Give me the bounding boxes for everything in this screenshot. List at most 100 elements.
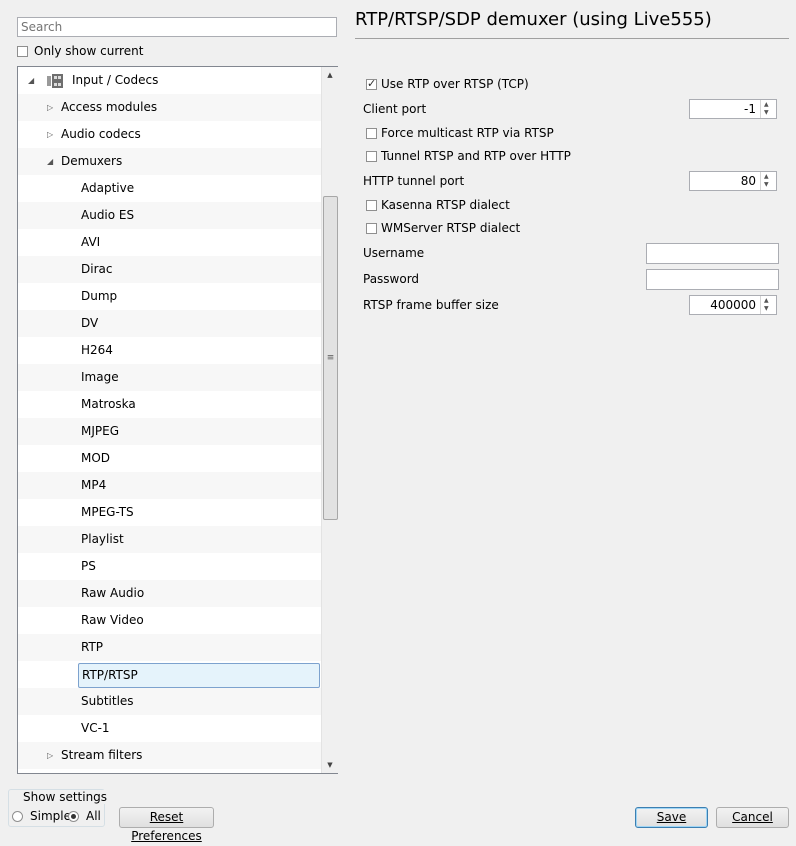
spin-down-icon[interactable]: ▼	[764, 305, 769, 312]
kasenna-checkbox[interactable]	[366, 200, 377, 211]
expanded-arrow-icon[interactable]: ◢	[47, 148, 53, 175]
force-multicast-label: Force multicast RTP via RTSP	[381, 126, 554, 140]
password-label: Password	[363, 272, 420, 286]
panel-title-divider	[355, 38, 789, 39]
tree-root-input-codecs[interactable]: ◢ Input / Codecs	[18, 67, 323, 94]
username-label: Username	[363, 246, 425, 260]
client-port-spinbox[interactable]: -1 ▲ ▼	[689, 99, 777, 119]
tree-item[interactable]: Matroska	[18, 391, 323, 418]
tree-item[interactable]: H264	[18, 337, 323, 364]
tree-item-label: Stream filters	[61, 748, 143, 762]
all-radio-label: All	[86, 809, 101, 823]
tree-item-label: Raw Audio	[81, 586, 145, 600]
wmserver-checkbox[interactable]	[366, 223, 377, 234]
reset-preferences-button[interactable]: Reset Preferences	[119, 807, 214, 843]
spin-down-icon[interactable]: ▼	[764, 181, 769, 188]
tree-item[interactable]: Image	[18, 364, 323, 391]
expanded-arrow-icon[interactable]: ◢	[28, 67, 34, 94]
tree-item[interactable]: ▷ Access modules	[18, 94, 323, 121]
use-rtp-over-rtsp-checkbox[interactable]	[366, 77, 377, 90]
http-tunnel-port-label: HTTP tunnel port	[363, 174, 465, 188]
tree-item[interactable]: MPEG-TS	[18, 499, 323, 526]
tree-item[interactable]: DV	[18, 310, 323, 337]
tree-item-label: Dirac	[81, 262, 113, 276]
tree-item-label: AVI	[81, 235, 101, 249]
show-settings-legend: Show settings	[22, 790, 109, 804]
frame-buffer-label: RTSP frame buffer size	[363, 298, 499, 312]
tree-item[interactable]: VC-1	[18, 715, 323, 742]
spin-up-icon[interactable]: ▲	[764, 297, 769, 304]
tree-item[interactable]: ▷ Audio codecs	[18, 121, 323, 148]
username-input[interactable]	[646, 243, 779, 264]
collapsed-arrow-icon[interactable]: ▷	[47, 121, 53, 148]
codec-icon	[46, 72, 64, 88]
panel-title: RTP/RTSP/SDP demuxer (using Live555)	[355, 9, 712, 30]
tree-item-label: MP4	[81, 478, 107, 492]
password-input[interactable]	[646, 269, 779, 290]
tree-item[interactable]: RTP/RTSP	[18, 661, 323, 688]
spin-up-icon[interactable]: ▲	[764, 173, 769, 180]
tunnel-rtsp-checkbox[interactable]	[366, 151, 377, 162]
tree-item-label: Audio ES	[81, 208, 135, 222]
spin-up-icon[interactable]: ▲	[764, 101, 769, 108]
tree-item[interactable]: Subtitles	[18, 688, 323, 715]
tree-item-label: Access modules	[61, 100, 158, 114]
tree-item[interactable]: Adaptive	[18, 175, 323, 202]
tree-item-label: Matroska	[81, 397, 136, 411]
tree-item[interactable]: Audio ES	[18, 202, 323, 229]
tree-item-label: Audio codecs	[61, 127, 141, 141]
save-button[interactable]: Save	[635, 807, 708, 828]
cancel-button[interactable]: Cancel	[716, 807, 789, 828]
tree-item[interactable]: ◢ Demuxers	[18, 148, 323, 175]
tree-item[interactable]: RTP	[18, 634, 323, 661]
only-show-current-checkbox[interactable]	[17, 46, 28, 57]
tree-item-label: MPEG-TS	[81, 505, 134, 519]
tree-item[interactable]: ▷ Stream filters	[18, 742, 323, 769]
tree-item[interactable]: MP4	[18, 472, 323, 499]
tree-item-label: RTP	[81, 640, 104, 654]
tunnel-rtsp-label: Tunnel RTSP and RTP over HTTP	[381, 149, 571, 163]
tree-item-label: Input / Codecs	[72, 73, 159, 87]
tree-item-label: Demuxers	[61, 154, 123, 168]
http-tunnel-port-spinbox[interactable]: 80 ▲ ▼	[689, 171, 777, 191]
tree-item[interactable]: MJPEG	[18, 418, 323, 445]
tree-item-label: VC-1	[81, 721, 110, 735]
kasenna-label: Kasenna RTSP dialect	[381, 198, 510, 212]
tree-item[interactable]: Raw Video	[18, 607, 323, 634]
scroll-thumb[interactable]: ≡	[323, 196, 338, 520]
tree-item[interactable]: MOD	[18, 445, 323, 472]
tree-scrollbar[interactable]: ▲ ≡ ▼	[321, 67, 338, 773]
tree-item-label: MJPEG	[81, 424, 120, 438]
tree-item[interactable]: Dump	[18, 283, 323, 310]
tree-item[interactable]: AVI	[18, 229, 323, 256]
search-input[interactable]	[17, 17, 337, 37]
tree-item-label: Playlist	[81, 532, 124, 546]
tree-item-label: Raw Video	[81, 613, 144, 627]
tree-item-label: MOD	[81, 451, 111, 465]
http-tunnel-port-value: 80	[740, 174, 756, 188]
tree-item[interactable]: PS	[18, 553, 323, 580]
tree-item-label: Subtitles	[81, 694, 134, 708]
spin-down-icon[interactable]: ▼	[764, 109, 769, 116]
collapsed-arrow-icon[interactable]: ▷	[47, 94, 53, 121]
scroll-up-arrow-icon[interactable]: ▲	[322, 67, 338, 83]
client-port-value: -1	[744, 102, 756, 116]
tree-item-label: DV	[81, 316, 99, 330]
tree-item-label: Dump	[81, 289, 118, 303]
collapsed-arrow-icon[interactable]: ▷	[47, 742, 53, 769]
force-multicast-checkbox[interactable]	[366, 128, 377, 139]
simple-radio[interactable]	[12, 811, 23, 822]
tree-item[interactable]: Raw Audio	[18, 580, 323, 607]
preferences-tree: ◢ Input / Codecs ▷ Access modules ▷ Audio cod…	[17, 66, 338, 774]
all-radio[interactable]	[68, 811, 79, 822]
tree-item[interactable]: Playlist	[18, 526, 323, 553]
frame-buffer-value: 400000	[710, 298, 756, 312]
wmserver-label: WMServer RTSP dialect	[381, 221, 521, 235]
client-port-label: Client port	[363, 102, 427, 116]
tree-item-label: RTP/RTSP	[78, 663, 320, 688]
tree-item[interactable]: Dirac	[18, 256, 323, 283]
scroll-down-arrow-icon[interactable]: ▼	[322, 757, 338, 773]
tree-item-label: H264	[81, 343, 113, 357]
frame-buffer-spinbox[interactable]: 400000 ▲ ▼	[689, 295, 777, 315]
tree-item-label: PS	[81, 559, 96, 573]
